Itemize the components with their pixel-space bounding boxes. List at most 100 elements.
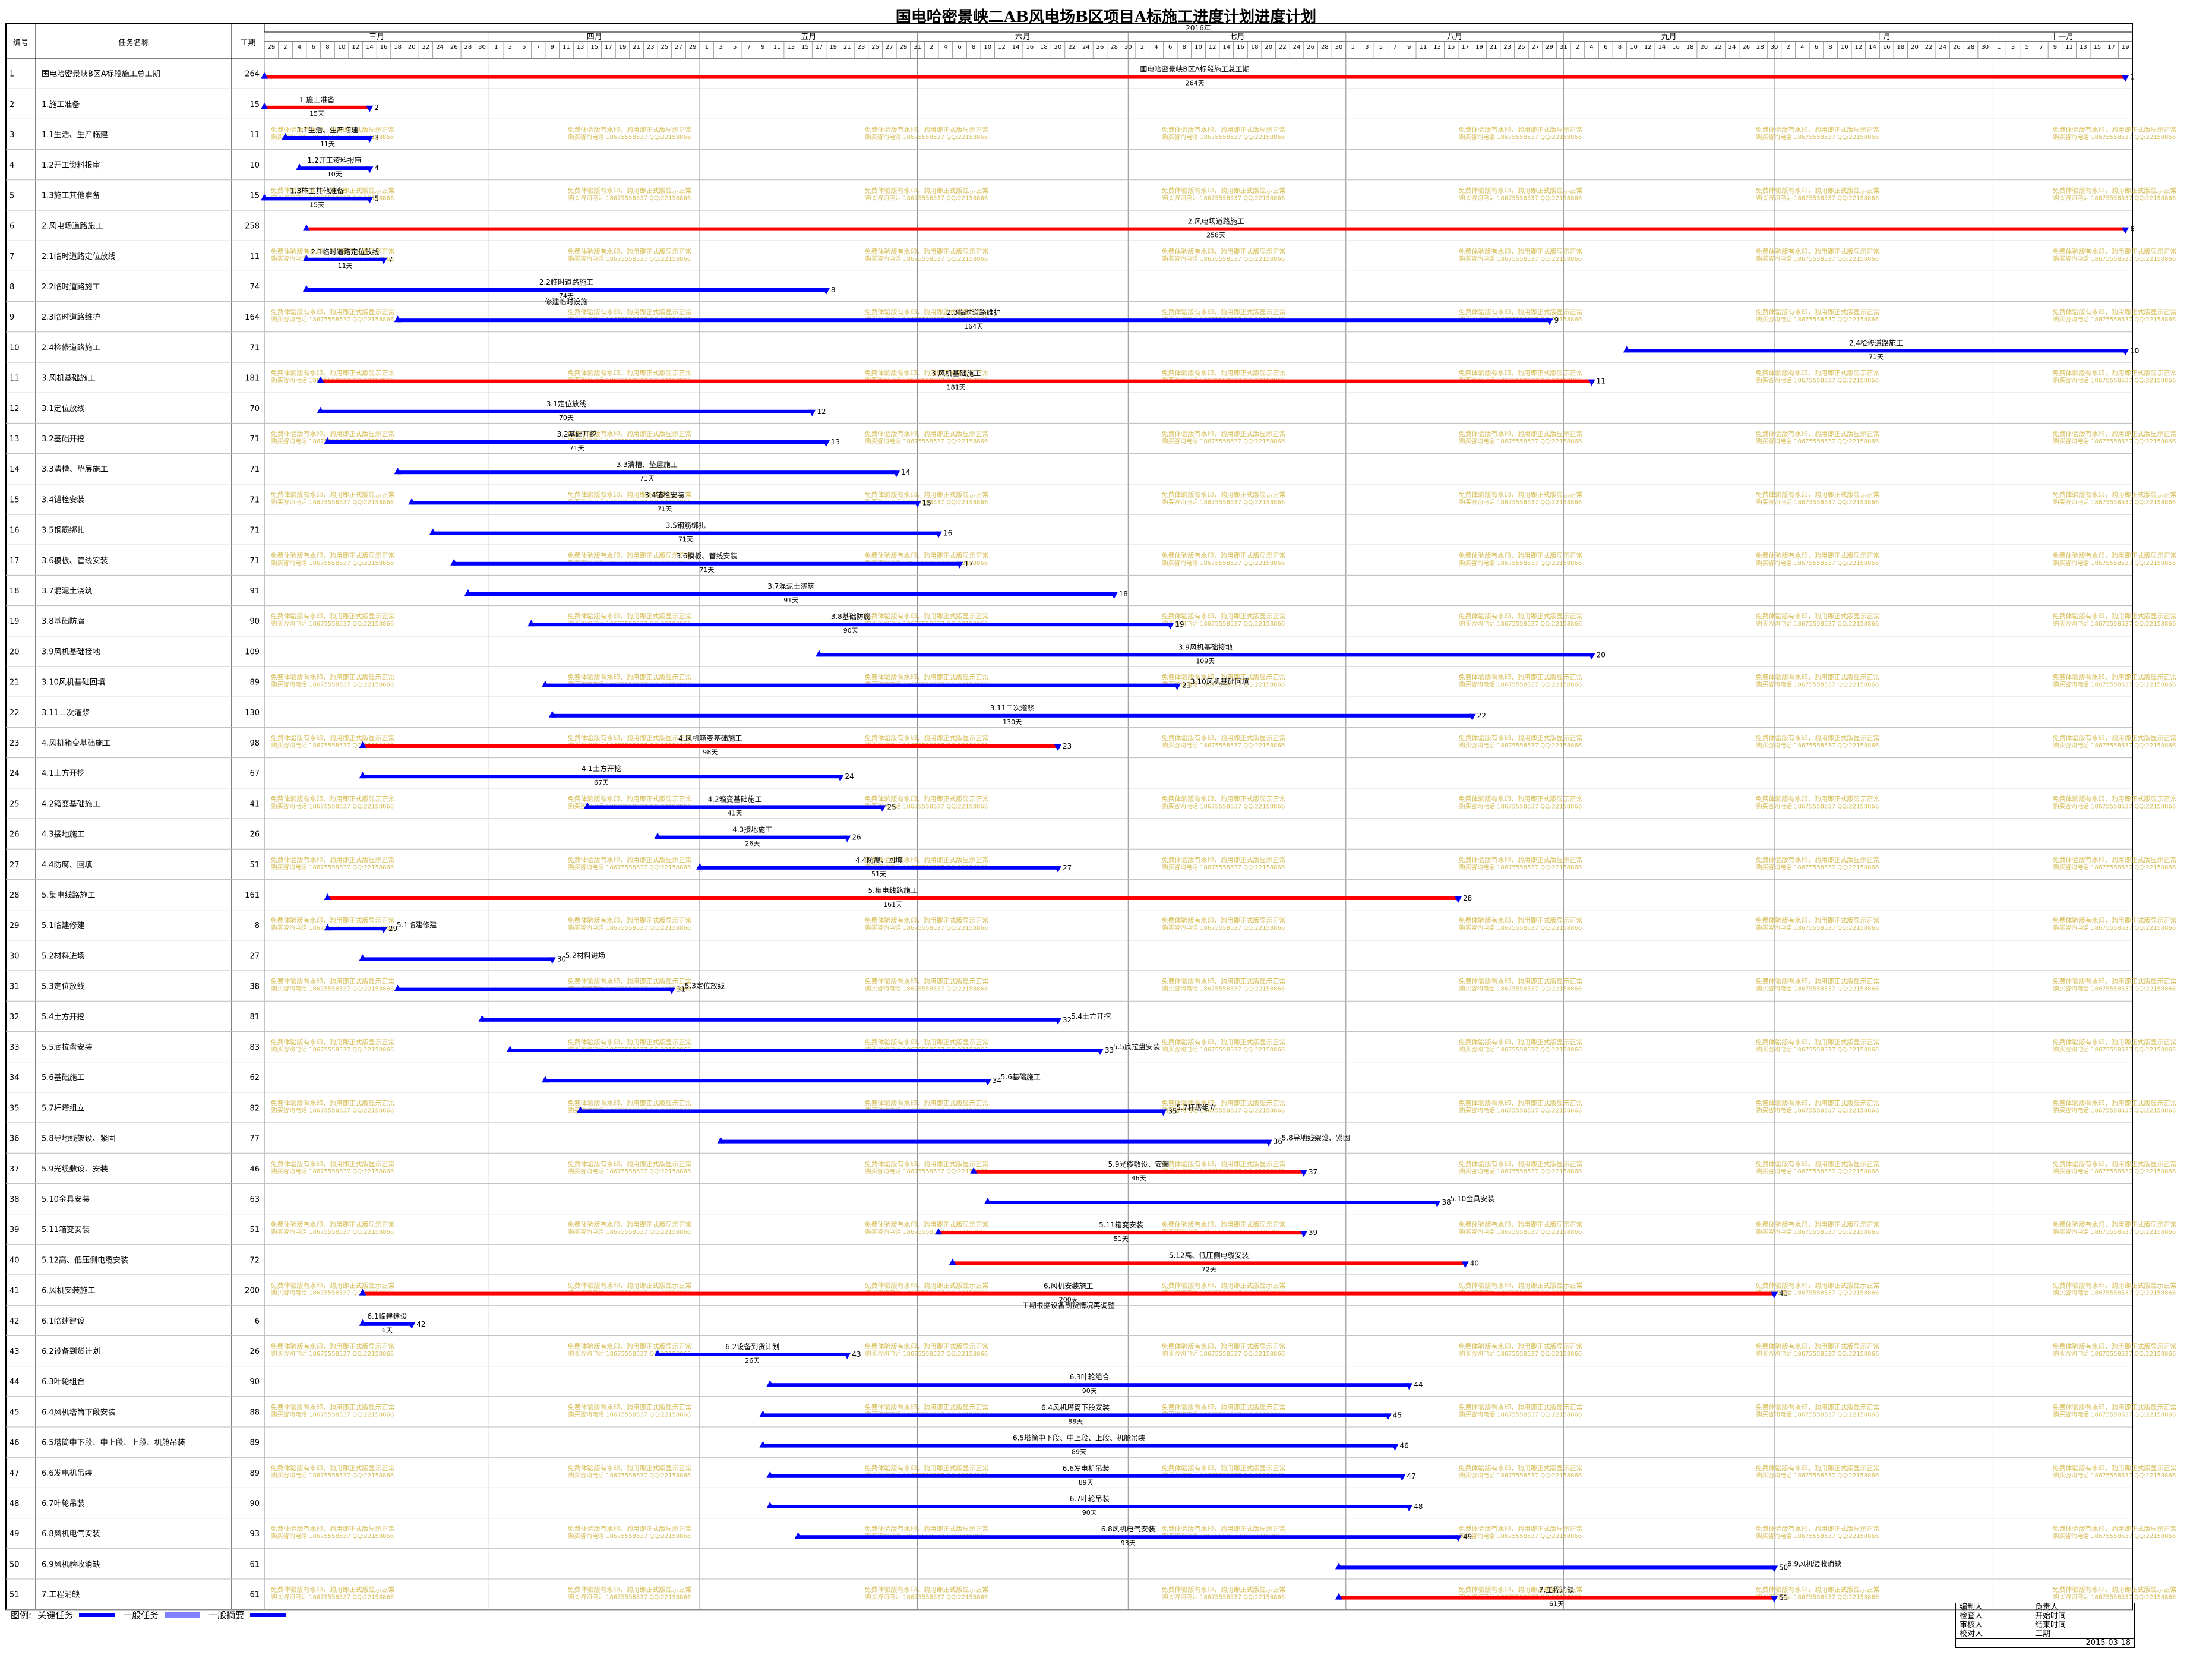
watermark-text: 购买咨询电话:18675558537 QQ:22158866 bbox=[2053, 1228, 2176, 1236]
watermark-text: 免费体验版有水印，购用即正式版显示正常 bbox=[865, 125, 989, 134]
task-end-id: 49 bbox=[1463, 1533, 1472, 1541]
task-bar bbox=[770, 1505, 1410, 1508]
watermark-text: 免费体验版有水印，购用即正式版显示正常 bbox=[1756, 551, 1880, 560]
day-label: 19 bbox=[2122, 44, 2129, 50]
watermark-text: 免费体验版有水印，购用即正式版显示正常 bbox=[865, 794, 989, 803]
task-duration: 70 bbox=[249, 405, 260, 413]
task-bar bbox=[700, 866, 1058, 870]
watermark-text: 免费体验版有水印，购用即正式版显示正常 bbox=[1162, 125, 1286, 134]
watermark-text: 购买咨询电话:18675558537 QQ:22158866 bbox=[2053, 863, 2176, 871]
task-name: 3.10风机基础回填 bbox=[42, 678, 105, 687]
watermark-text: 购买咨询电话:18675558537 QQ:22158866 bbox=[1756, 924, 1879, 931]
watermark-text: 免费体验版有水印，购用即正式版显示正常 bbox=[865, 1160, 989, 1168]
watermark-text: 免费体验版有水印，购用即正式版显示正常 bbox=[1459, 1281, 1583, 1290]
task-bar-duration: 130天 bbox=[1003, 718, 1022, 726]
watermark-text: 购买咨询电话:18675558537 QQ:22158866 bbox=[1162, 1593, 1285, 1601]
day-label: 26 bbox=[450, 44, 458, 50]
task-bar bbox=[264, 75, 2126, 79]
day-label: 2 bbox=[1786, 44, 1790, 50]
task-bar-label: 6.4风机塔筒下段安装 bbox=[1041, 1403, 1110, 1411]
task-end-id: 30 bbox=[557, 955, 566, 963]
watermark-text: 购买咨询电话:18675558537 QQ:22158866 bbox=[271, 1106, 394, 1114]
day-label: 26 bbox=[1096, 44, 1104, 50]
task-duration: 6 bbox=[255, 1317, 260, 1326]
watermark-text: 购买咨询电话:18675558537 QQ:22158866 bbox=[271, 498, 394, 506]
task-duration: 161 bbox=[245, 891, 260, 900]
watermark-text: 免费体验版有水印，购用即正式版显示正常 bbox=[865, 977, 989, 986]
watermark-text: 免费体验版有水印，购用即正式版显示正常 bbox=[1459, 977, 1583, 986]
watermark-text: 购买咨询电话:18675558537 QQ:22158866 bbox=[1459, 559, 1582, 567]
task-id: 33 bbox=[10, 1043, 20, 1052]
task-bar-label: 3.10风机基础回填 bbox=[1190, 678, 1249, 686]
task-duration: 26 bbox=[249, 830, 260, 839]
task-bar bbox=[658, 1353, 848, 1356]
watermark-text: 免费体验版有水印，购用即正式版显示正常 bbox=[568, 1403, 692, 1411]
day-label: 11 bbox=[1419, 44, 1427, 50]
watermark-text: 免费体验版有水印，购用即正式版显示正常 bbox=[1162, 916, 1286, 924]
task-duration: 90 bbox=[249, 617, 260, 626]
task-end-id: 25 bbox=[887, 803, 896, 811]
watermark-text: 免费体验版有水印，购用即正式版显示正常 bbox=[865, 430, 989, 438]
watermark-text: 购买咨询电话:18675558537 QQ:22158866 bbox=[865, 194, 988, 201]
task-id: 51 bbox=[10, 1591, 20, 1600]
task-end-id: 12 bbox=[817, 408, 826, 416]
task-end-id: 5 bbox=[374, 194, 379, 203]
task-name: 3.9风机基础接地 bbox=[42, 647, 100, 656]
task-bar-label: 5.8导地线架设、紧固 bbox=[1282, 1134, 1350, 1142]
task-duration: 10 bbox=[249, 161, 260, 170]
task-end-id: 9 bbox=[1554, 316, 1559, 324]
task-duration: 11 bbox=[249, 131, 260, 140]
task-bar bbox=[531, 623, 1171, 627]
month-label: 七月 bbox=[1230, 33, 1245, 42]
task-id: 8 bbox=[10, 283, 14, 292]
watermark-text: 免费体验版有水印，购用即正式版显示正常 bbox=[271, 1586, 395, 1594]
day-label: 30 bbox=[478, 44, 486, 50]
watermark-text: 购买咨询电话:18675558537 QQ:22158866 bbox=[271, 620, 394, 627]
task-bar-label: 2.风电场道路施工 bbox=[1187, 217, 1244, 226]
watermark-text: 购买咨询电话:18675558537 QQ:22158866 bbox=[1459, 1167, 1582, 1175]
watermark-text: 购买咨询电话:18675558537 QQ:22158866 bbox=[2053, 681, 2176, 689]
watermark-text: 免费体验版有水印，购用即正式版显示正常 bbox=[568, 855, 692, 864]
task-bar-duration: 46天 bbox=[1132, 1174, 1146, 1182]
watermark-text: 购买咨询电话:18675558537 QQ:22158866 bbox=[2053, 1471, 2176, 1479]
watermark-text: 购买咨询电话:18675558537 QQ:22158866 bbox=[1162, 924, 1285, 931]
day-label: 16 bbox=[1237, 44, 1244, 50]
watermark-text: 购买咨询电话:18675558537 QQ:22158866 bbox=[1459, 1471, 1582, 1479]
watermark-text: 免费体验版有水印，购用即正式版显示正常 bbox=[2053, 916, 2177, 924]
task-name: 3.11二次灌浆 bbox=[42, 708, 90, 718]
watermark-text: 购买咨询电话:18675558537 QQ:22158866 bbox=[1459, 437, 1582, 445]
day-label: 19 bbox=[619, 44, 627, 50]
month-label: 八月 bbox=[1447, 33, 1462, 42]
watermark-text: 购买咨询电话:18675558537 QQ:22158866 bbox=[568, 1471, 691, 1479]
watermark-text: 免费体验版有水印，购用即正式版显示正常 bbox=[568, 1281, 692, 1290]
task-duration: 8 bbox=[255, 921, 260, 930]
task-bar-duration: 258天 bbox=[1206, 232, 1225, 239]
watermark-text: 免费体验版有水印，购用即正式版显示正常 bbox=[1756, 673, 1880, 681]
watermark-text: 免费体验版有水印，购用即正式版显示正常 bbox=[2053, 977, 2177, 986]
day-label: 4 bbox=[298, 44, 301, 50]
task-bar bbox=[327, 440, 826, 444]
day-label: 30 bbox=[1771, 44, 1778, 50]
watermark-text: 购买咨询电话:18675558537 QQ:22158866 bbox=[2053, 1532, 2176, 1540]
task-duration: 71 bbox=[249, 465, 260, 474]
task-bar-label: 5.9光缆敷设、安装 bbox=[1108, 1160, 1169, 1169]
task-duration: 90 bbox=[249, 1378, 260, 1387]
task-bar-duration: 71天 bbox=[570, 444, 584, 452]
day-label: 8 bbox=[326, 44, 329, 50]
watermark-text: 免费体验版有水印，购用即正式版显示正常 bbox=[568, 734, 692, 742]
day-label: 6 bbox=[958, 44, 961, 50]
day-label: 27 bbox=[675, 44, 682, 50]
task-duration: 82 bbox=[249, 1104, 260, 1113]
info-key: 编制人 bbox=[1956, 1603, 2031, 1612]
task-bar-duration: 88天 bbox=[1068, 1417, 1083, 1425]
task-bar bbox=[721, 1139, 1269, 1144]
task-bar bbox=[1338, 1565, 1775, 1570]
watermark-text: 免费体验版有水印，购用即正式版显示正常 bbox=[271, 1403, 395, 1411]
task-bar-label: 1.1生活、生产临建 bbox=[297, 126, 358, 134]
task-id: 50 bbox=[10, 1560, 20, 1569]
watermark-text: 购买咨询电话:18675558537 QQ:22158866 bbox=[2053, 498, 2176, 506]
watermark-text: 购买咨询电话:18675558537 QQ:22158866 bbox=[1162, 498, 1285, 506]
watermark-text: 购买咨询电话:18675558537 QQ:22158866 bbox=[1459, 681, 1582, 689]
task-duration: 130 bbox=[245, 709, 260, 718]
task-duration: 26 bbox=[249, 1347, 260, 1356]
